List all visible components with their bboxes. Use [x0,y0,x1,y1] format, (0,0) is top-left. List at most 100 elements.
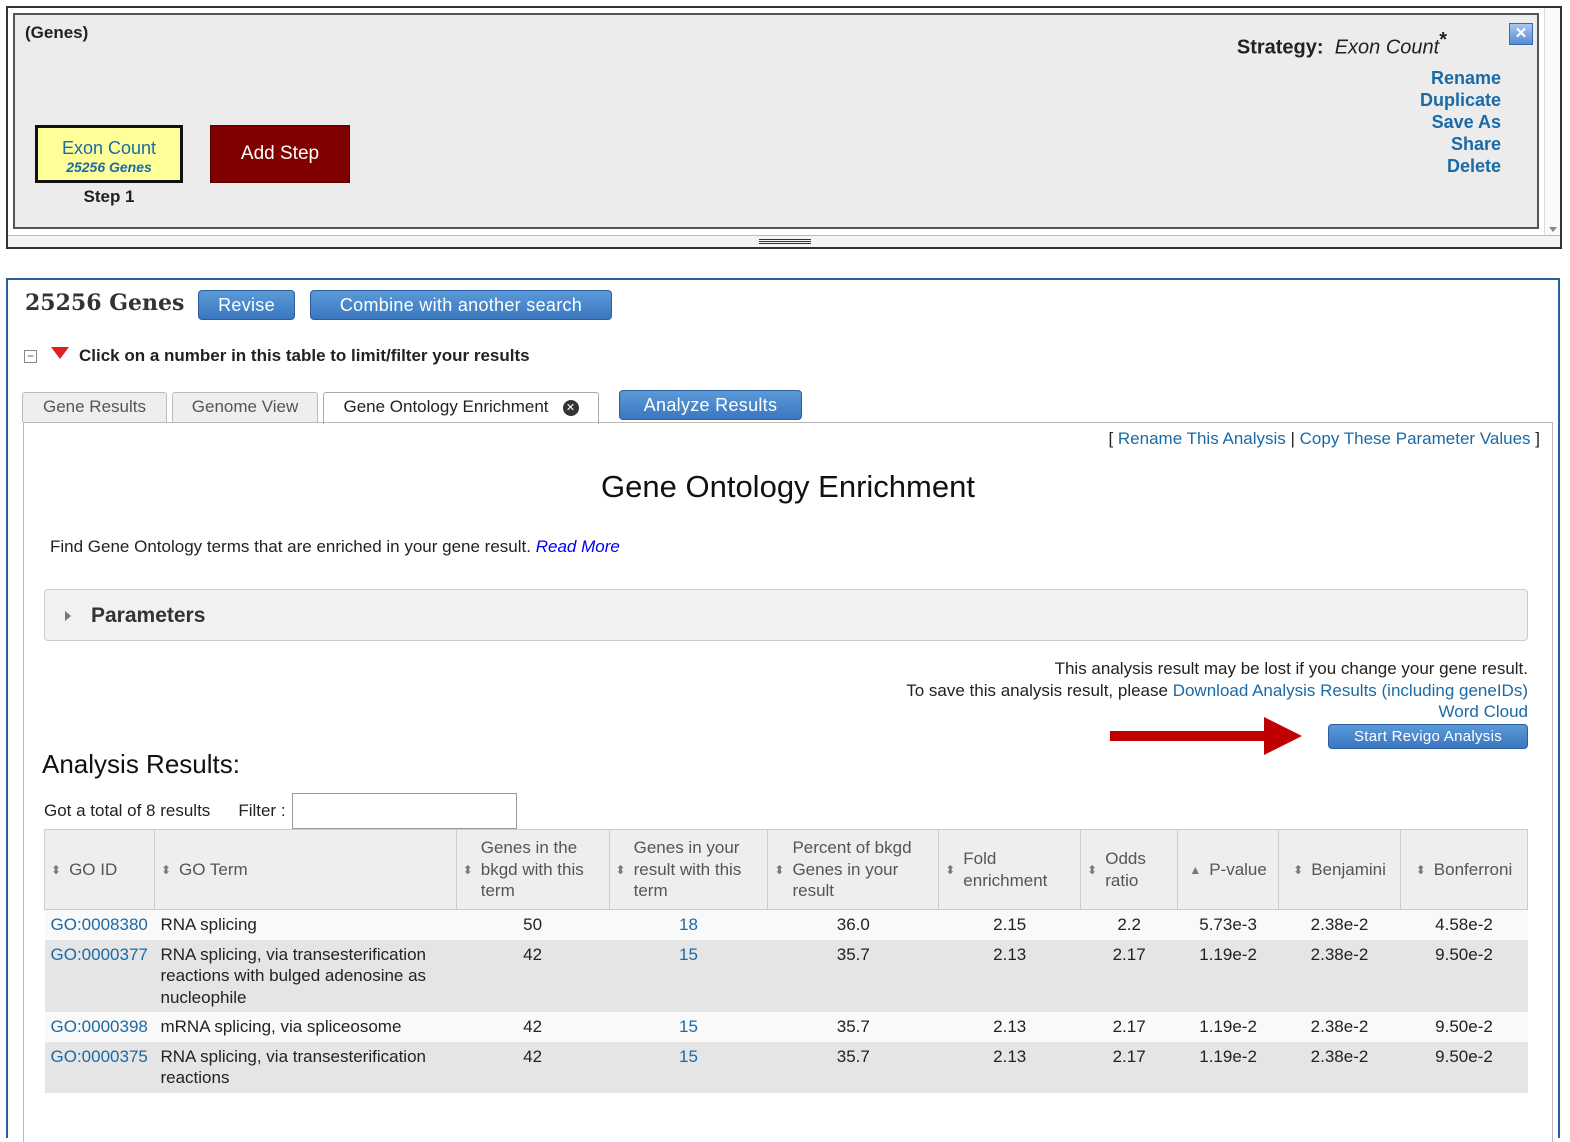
save-as-link[interactable]: Save As [1420,111,1501,133]
col-genes-result[interactable]: ⬍ Genes in your result with this term [608,829,769,910]
red-arrow-icon [1110,731,1268,741]
start-revigo-button[interactable]: Start Revigo Analysis [1328,724,1528,749]
note-line-1: This analysis result may be lost if you … [1054,659,1528,678]
strategy-panel: (Genes) Exon Count 25256 Genes Step 1 Ad… [6,6,1562,249]
analysis-content: [ Rename This Analysis | Copy These Para… [23,422,1553,1142]
note-line-2: To save this analysis result, please [906,680,1168,700]
table-row: GO:0000375 RNA splicing, via transesteri… [44,1041,1528,1093]
bonferroni: 9.50e-2 [1400,1012,1528,1042]
benjamini: 2.38e-2 [1278,1041,1401,1093]
sort-ascending-icon: ▲ [1189,863,1202,878]
header-row: ⬍ GO ID ⬍ GO Term ⬍ Genes in the bkgd with … [44,829,1529,910]
col-benjamini[interactable]: ⬍ Benjamini [1278,829,1401,910]
genes-result-link[interactable]: 15 [609,1041,768,1093]
fold-enrichment: 2.15 [938,909,1081,940]
combine-button[interactable]: Combine with another search [310,290,612,320]
col-bonferroni[interactable]: ⬍ Bonferroni [1399,829,1529,910]
rename-link[interactable]: Rename [1420,67,1501,89]
sort-icon: ⬍ [1087,863,1098,878]
strategy-scrollbar[interactable] [1544,8,1560,236]
sort-icon: ⬍ [1293,863,1304,878]
table-row: GO:0008380 RNA splicing 50 18 36.0 2.15 … [44,909,1528,940]
sort-icon: ⬍ [615,863,626,878]
collapse-icon[interactable]: − [24,349,37,363]
benjamini: 2.38e-2 [1278,939,1401,1012]
sort-icon: ⬍ [160,863,172,878]
tab-label: Gene Ontology Enrichment [343,397,549,416]
strategy-label: Strategy: [1236,36,1324,59]
red-arrow-head-icon [1264,717,1302,755]
filter-prompt-row: − Click on a number in this table to lim… [24,346,530,366]
intro-text: Find Gene Ontology terms that are enrich… [50,537,531,556]
results-table: ⬍ GO ID ⬍ GO Term ⬍ Genes in the bkgd with … [44,829,1529,1093]
col-go-id[interactable]: ⬍ GO ID [44,829,155,910]
bonferroni: 9.50e-2 [1400,1041,1528,1093]
step-1-box[interactable]: Exon Count 25256 Genes [35,125,183,183]
step-count: 25256 Genes [66,159,152,175]
odds-ratio: 2.17 [1080,1012,1178,1042]
download-results-link[interactable]: Download Analysis Results (including gen… [1173,681,1528,700]
delete-link[interactable]: Delete [1420,155,1501,177]
p-value: 5.73e-3 [1177,909,1279,940]
parameters-section[interactable]: Parameters [44,589,1528,641]
scroll-down-icon[interactable] [1549,227,1557,232]
benjamini: 2.38e-2 [1278,909,1401,940]
analyze-results-button[interactable]: Analyze Results [619,390,802,420]
sort-icon: ⬍ [462,863,473,878]
genes-bkgd: 42 [456,1041,610,1093]
go-id-link[interactable]: GO:0008380 [44,909,155,940]
col-go-term[interactable]: ⬍ GO Term [153,829,457,910]
funnel-icon [51,347,69,359]
percent-bkgd: 35.7 [767,1041,939,1093]
col-fold-enrichment[interactable]: ⬍ Fold enrichment [938,829,1082,910]
record-type-label: (Genes) [25,23,89,42]
tab-gene-ontology-enrichment[interactable]: Gene Ontology Enrichment ✕ [323,392,599,424]
close-tab-icon[interactable]: ✕ [562,399,579,416]
rename-analysis-link[interactable]: Rename This Analysis [1118,429,1286,448]
read-more-link[interactable]: Read More [536,537,620,556]
go-id-link[interactable]: GO:0000375 [44,1041,155,1093]
p-value: 1.19e-2 [1177,939,1279,1012]
percent-bkgd: 35.7 [767,1012,939,1042]
add-step-button[interactable]: Add Step [210,125,350,183]
filter-label: Filter : [238,801,286,820]
analysis-intro: Find Gene Ontology terms that are enrich… [50,537,620,557]
go-id-link[interactable]: GO:0000377 [44,939,155,1012]
col-p-value[interactable]: ▲ P-value [1177,829,1280,910]
revise-button[interactable]: Revise [198,290,295,320]
go-id-link[interactable]: GO:0000398 [44,1012,155,1042]
resize-handle[interactable] [8,235,1560,247]
close-icon[interactable]: ✕ [1509,23,1533,45]
odds-ratio: 2.17 [1080,939,1178,1012]
expand-caret-icon [65,611,71,621]
table-row: GO:0000377 RNA splicing, via transesteri… [44,939,1528,1012]
total-line: Got a total of 8 results Filter : [44,793,517,829]
sort-icon: ⬍ [51,863,62,878]
sort-icon: ⬍ [945,863,956,878]
go-term: RNA splicing, via transesterification re… [154,1041,457,1093]
save-note: This analysis result may be lost if you … [906,658,1528,723]
genes-result-link[interactable]: 15 [609,939,768,1012]
col-odds-ratio[interactable]: ⬍ Odds ratio [1080,829,1179,910]
copy-parameters-link[interactable]: Copy These Parameter Values [1300,429,1531,448]
odds-ratio: 2.2 [1080,909,1178,940]
parameters-label: Parameters [91,604,206,627]
table-row: GO:0000398 mRNA splicing, via spliceosom… [44,1012,1528,1042]
col-genes-bkgd[interactable]: ⬍ Genes in the bkgd with this term [455,829,610,910]
word-cloud-link[interactable]: Word Cloud [906,701,1528,723]
genes-bkgd: 42 [456,1012,610,1042]
result-count: 25256 Genes [25,290,185,316]
tab-gene-results[interactable]: Gene Results [22,392,167,422]
strategy-name: Exon Count [1334,36,1440,59]
sort-icon: ⬍ [1415,863,1426,878]
share-link[interactable]: Share [1420,133,1501,155]
filter-input[interactable] [291,793,517,829]
genes-result-link[interactable]: 18 [609,909,768,940]
col-percent-bkgd[interactable]: ⬍ Percent of bkgd Genes in your result [767,829,940,910]
duplicate-link[interactable]: Duplicate [1420,89,1501,111]
bonferroni: 4.58e-2 [1400,909,1528,940]
tab-genome-view[interactable]: Genome View [172,392,318,422]
fold-enrichment: 2.13 [938,1041,1081,1093]
unsaved-marker: * [1439,29,1447,51]
genes-result-link[interactable]: 15 [609,1012,768,1042]
